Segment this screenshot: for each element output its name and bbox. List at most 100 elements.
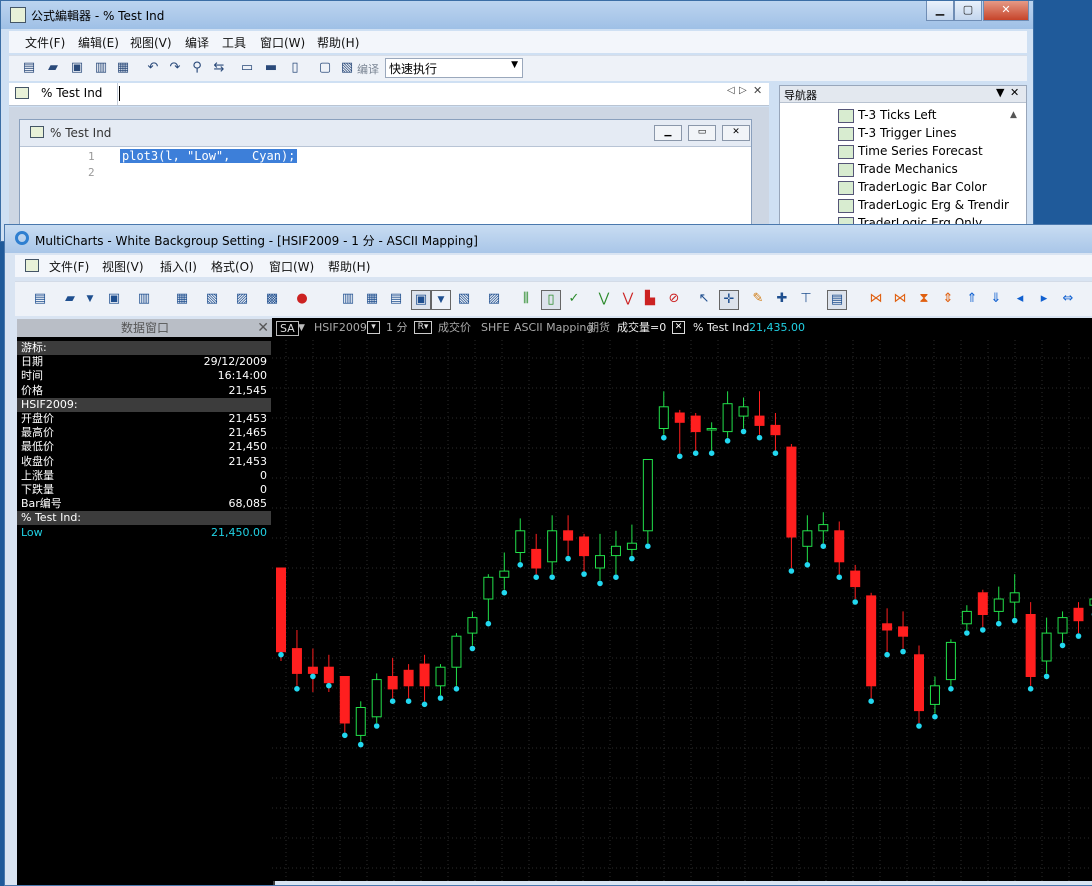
menu-file[interactable]: 文件(F) (25, 34, 65, 51)
right-icon[interactable]: ▸ (1035, 290, 1053, 308)
candle-body[interactable] (787, 447, 796, 537)
candle-body[interactable] (978, 593, 987, 615)
scanner-icon[interactable]: ▧ (203, 290, 221, 308)
candle-body[interactable] (819, 525, 828, 531)
data-window-row[interactable]: 最高价21,465 (17, 426, 271, 440)
candle-body[interactable] (1074, 608, 1083, 620)
candle-body[interactable] (835, 531, 844, 562)
data-window-section[interactable]: HSIF2009: (17, 398, 271, 412)
data-window-row[interactable]: Low21,450.00 (17, 526, 271, 540)
scroll-prev-icon[interactable]: ⋈ (891, 290, 909, 308)
candle-body[interactable] (803, 531, 812, 547)
navigator-item[interactable]: Time Series Forecast (838, 144, 983, 162)
candle-body[interactable] (436, 667, 445, 686)
candle-body[interactable] (484, 577, 493, 599)
code-editor-titlebar[interactable]: % Test Ind ▁ ▭ ✕ (20, 120, 751, 147)
candle-body[interactable] (324, 667, 333, 683)
menu-file[interactable]: 文件(F) (49, 258, 89, 275)
chart-doc-icon[interactable] (25, 259, 39, 272)
candle-body[interactable] (851, 571, 860, 587)
candle-body[interactable] (580, 537, 589, 556)
compile-icon[interactable]: ▧ (339, 60, 355, 76)
line-chart-icon[interactable]: ▤ (387, 290, 405, 308)
mode-badge[interactable]: SA (276, 321, 299, 336)
check-icon[interactable]: ✓ (565, 290, 583, 308)
child-minimize-button[interactable]: ▁ (654, 125, 682, 141)
data-window-row[interactable]: 开盘价21,453 (17, 412, 271, 426)
save-icon[interactable]: ▣ (105, 290, 123, 308)
menu-help[interactable]: 帮助(H) (328, 258, 370, 275)
candle-body[interactable] (340, 677, 349, 724)
new-file-icon[interactable]: ▤ (21, 60, 37, 76)
candle-body[interactable] (468, 618, 477, 634)
zigzag-red-icon[interactable]: ⋁ (619, 290, 637, 308)
candle-body[interactable] (1010, 593, 1019, 602)
chevron-down-icon[interactable]: ▼ (81, 290, 99, 308)
chart-window-icon[interactable]: ▦ (173, 290, 191, 308)
candle-body[interactable] (548, 531, 557, 562)
scroll-begin-icon[interactable]: ⋈ (867, 290, 885, 308)
candle-chart-icon[interactable]: ▦ (363, 290, 381, 308)
price-chart[interactable] (272, 318, 1092, 881)
symbol-menu-icon[interactable]: ▾ (367, 321, 380, 334)
navigator-item[interactable]: TraderLogic Bar Color (838, 180, 987, 198)
add-order-icon[interactable]: ✚ (773, 290, 791, 308)
symbol-icon[interactable]: ▨ (485, 290, 503, 308)
down-icon[interactable]: ⇓ (987, 290, 1005, 308)
order-line-icon[interactable]: ⊤ (797, 290, 815, 308)
tab-scroll-right-icon[interactable]: ▷ (739, 85, 747, 96)
layout-b-icon[interactable]: ▬ (263, 60, 279, 76)
import-icon[interactable]: ▦ (115, 60, 131, 76)
editor-titlebar[interactable]: 公式編輯器 - % Test Ind ▁ ▢ ✕ (1, 1, 1033, 29)
find-icon[interactable]: ⚲ (189, 60, 205, 76)
child-restore-button[interactable]: ▭ (688, 125, 716, 141)
candle-body[interactable] (420, 664, 429, 686)
candle-body[interactable] (867, 596, 876, 686)
crosshair-icon[interactable]: ✛ (719, 290, 739, 310)
candle-body[interactable] (707, 429, 716, 431)
undo-icon[interactable]: ↶ (145, 60, 161, 76)
data-window-toggle-icon[interactable]: ▤ (827, 290, 847, 310)
minimize-button[interactable]: ▁ (926, 1, 954, 21)
export-icon[interactable]: ▥ (93, 60, 109, 76)
menu-window[interactable]: 窗口(W) (269, 258, 314, 275)
candle-body[interactable] (627, 543, 636, 549)
menu-view[interactable]: 视图(V) (130, 34, 172, 51)
close-icon[interactable]: ✕ (257, 319, 269, 337)
bars-icon[interactable]: ⫼ (517, 290, 535, 308)
candle-body[interactable] (962, 611, 971, 623)
hourglass-icon[interactable]: ⧗ (915, 290, 933, 308)
chart-canvas[interactable] (272, 318, 1092, 881)
bar-chart-icon[interactable]: ▥ (339, 290, 357, 308)
comment-icon[interactable]: ✎ (749, 290, 767, 308)
tab-close-icon[interactable]: ✕ (753, 84, 762, 97)
menu-window[interactable]: 窗口(W) (260, 34, 305, 51)
candle-body[interactable] (675, 413, 684, 422)
open-folder-icon[interactable]: ▰ (45, 60, 61, 76)
menu-view[interactable]: 视图(V) (102, 258, 144, 275)
candle-body[interactable] (723, 404, 732, 432)
candle-body[interactable] (308, 667, 317, 673)
maximize-button[interactable]: ▢ (954, 1, 982, 21)
pointer-icon[interactable]: ↖ (695, 290, 713, 308)
candle-body[interactable] (277, 568, 286, 652)
candle-body[interactable] (659, 407, 668, 429)
data-window-row[interactable]: 最低价21,450 (17, 440, 271, 454)
volume-icon[interactable]: ▙ (641, 290, 659, 308)
zigzag-icon[interactable]: ⋁ (595, 290, 613, 308)
portfolio-icon[interactable]: ▩ (263, 290, 281, 308)
data-window-row[interactable]: 时间16:14:00 (17, 369, 271, 383)
candle-body[interactable] (899, 627, 908, 636)
candle-body[interactable] (691, 416, 700, 432)
chart-style-icon[interactable]: ▣ (411, 290, 431, 310)
candle-body[interactable] (532, 549, 541, 568)
candle-body[interactable] (994, 599, 1003, 611)
data-window-row[interactable]: 日期29/12/2009 (17, 355, 271, 369)
new-chart-icon[interactable]: ▤ (31, 290, 49, 308)
tab-scroll-left-icon[interactable]: ◁ (727, 85, 735, 96)
data-window-section[interactable]: 游标: (17, 341, 271, 355)
layout-c-icon[interactable]: ▯ (287, 60, 303, 76)
tab-test-ind[interactable]: % Test Ind (9, 83, 118, 105)
dropdown-icon[interactable]: ▼ (996, 86, 1004, 99)
redo-icon[interactable]: ↷ (167, 60, 183, 76)
